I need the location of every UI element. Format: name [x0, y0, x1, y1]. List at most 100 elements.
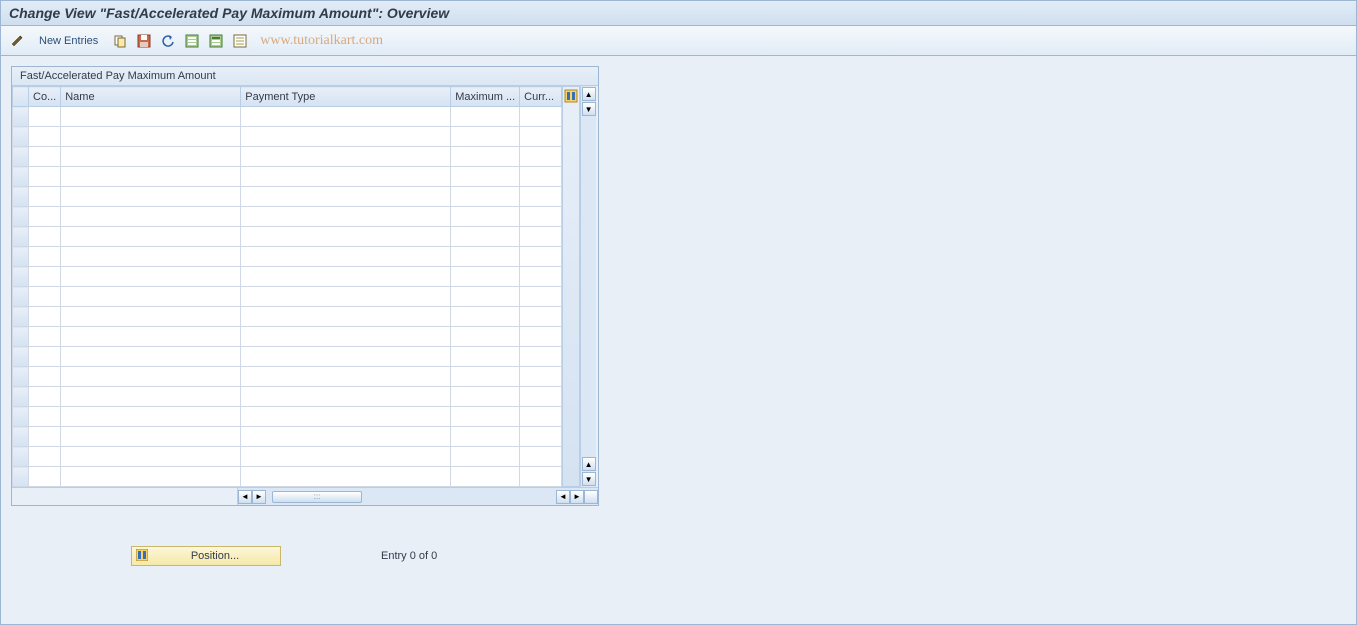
table-row[interactable]: [13, 387, 562, 407]
table-row[interactable]: [13, 147, 562, 167]
row-selector[interactable]: [13, 467, 29, 487]
copy-icon[interactable]: [110, 31, 130, 51]
cell-payment_type[interactable]: [241, 167, 451, 187]
cell-currency[interactable]: [520, 147, 562, 167]
cell-co[interactable]: [29, 327, 61, 347]
table-row[interactable]: [13, 307, 562, 327]
cell-payment_type[interactable]: [241, 327, 451, 347]
scroll-up-icon[interactable]: ▲: [582, 87, 596, 101]
save-icon[interactable]: [134, 31, 154, 51]
cell-currency[interactable]: [520, 267, 562, 287]
cell-name[interactable]: [61, 107, 241, 127]
cell-name[interactable]: [61, 327, 241, 347]
table-row[interactable]: [13, 407, 562, 427]
cell-maximum[interactable]: [451, 347, 520, 367]
cell-maximum[interactable]: [451, 387, 520, 407]
scroll-thumb[interactable]: :::: [272, 491, 362, 503]
cell-payment_type[interactable]: [241, 407, 451, 427]
cell-name[interactable]: [61, 387, 241, 407]
change-display-icon[interactable]: [7, 31, 27, 51]
row-selector[interactable]: [13, 107, 29, 127]
cell-maximum[interactable]: [451, 287, 520, 307]
row-selector-header[interactable]: [13, 87, 29, 107]
cell-currency[interactable]: [520, 467, 562, 487]
table-row[interactable]: [13, 327, 562, 347]
cell-payment_type[interactable]: [241, 207, 451, 227]
cell-currency[interactable]: [520, 207, 562, 227]
row-selector[interactable]: [13, 407, 29, 427]
cell-co[interactable]: [29, 127, 61, 147]
scroll-up-step-icon[interactable]: ▲: [582, 457, 596, 471]
row-selector[interactable]: [13, 167, 29, 187]
cell-maximum[interactable]: [451, 307, 520, 327]
cell-payment_type[interactable]: [241, 247, 451, 267]
cell-payment_type[interactable]: [241, 447, 451, 467]
cell-co[interactable]: [29, 247, 61, 267]
cell-maximum[interactable]: [451, 107, 520, 127]
cell-co[interactable]: [29, 167, 61, 187]
cell-co[interactable]: [29, 467, 61, 487]
new-entries-button[interactable]: New Entries: [31, 32, 106, 50]
cell-co[interactable]: [29, 367, 61, 387]
cell-name[interactable]: [61, 227, 241, 247]
cell-payment_type[interactable]: [241, 367, 451, 387]
row-selector[interactable]: [13, 287, 29, 307]
col-header-currency[interactable]: Curr...: [520, 87, 562, 107]
cell-name[interactable]: [61, 467, 241, 487]
cell-co[interactable]: [29, 307, 61, 327]
cell-currency[interactable]: [520, 327, 562, 347]
cell-currency[interactable]: [520, 387, 562, 407]
cell-payment_type[interactable]: [241, 127, 451, 147]
cell-currency[interactable]: [520, 127, 562, 147]
cell-co[interactable]: [29, 287, 61, 307]
cell-payment_type[interactable]: [241, 267, 451, 287]
cell-maximum[interactable]: [451, 467, 520, 487]
cell-payment_type[interactable]: [241, 107, 451, 127]
cell-currency[interactable]: [520, 407, 562, 427]
table-row[interactable]: [13, 427, 562, 447]
row-selector[interactable]: [13, 227, 29, 247]
cell-co[interactable]: [29, 427, 61, 447]
row-selector[interactable]: [13, 307, 29, 327]
cell-name[interactable]: [61, 187, 241, 207]
cell-currency[interactable]: [520, 307, 562, 327]
position-button[interactable]: Position...: [131, 546, 281, 566]
cell-co[interactable]: [29, 227, 61, 247]
scroll-right-step-icon[interactable]: ►: [252, 490, 266, 504]
cell-name[interactable]: [61, 127, 241, 147]
table-row[interactable]: [13, 467, 562, 487]
cell-maximum[interactable]: [451, 147, 520, 167]
cell-payment_type[interactable]: [241, 147, 451, 167]
cell-name[interactable]: [61, 307, 241, 327]
cell-maximum[interactable]: [451, 447, 520, 467]
cell-currency[interactable]: [520, 367, 562, 387]
cell-co[interactable]: [29, 107, 61, 127]
table-row[interactable]: [13, 247, 562, 267]
cell-name[interactable]: [61, 267, 241, 287]
col-header-payment-type[interactable]: Payment Type: [241, 87, 451, 107]
cell-co[interactable]: [29, 187, 61, 207]
cell-currency[interactable]: [520, 247, 562, 267]
cell-payment_type[interactable]: [241, 467, 451, 487]
row-selector[interactable]: [13, 187, 29, 207]
cell-co[interactable]: [29, 447, 61, 467]
cell-co[interactable]: [29, 207, 61, 227]
cell-name[interactable]: [61, 147, 241, 167]
cell-co[interactable]: [29, 407, 61, 427]
row-selector[interactable]: [13, 387, 29, 407]
row-selector[interactable]: [13, 247, 29, 267]
row-selector[interactable]: [13, 127, 29, 147]
col-header-co[interactable]: Co...: [29, 87, 61, 107]
row-selector[interactable]: [13, 147, 29, 167]
cell-co[interactable]: [29, 387, 61, 407]
cell-payment_type[interactable]: [241, 187, 451, 207]
vertical-scrollbar[interactable]: ▲ ▼ ▲ ▼: [580, 86, 596, 487]
cell-maximum[interactable]: [451, 247, 520, 267]
table-row[interactable]: [13, 187, 562, 207]
cell-maximum[interactable]: [451, 407, 520, 427]
cell-name[interactable]: [61, 207, 241, 227]
col-header-maximum[interactable]: Maximum ...: [451, 87, 520, 107]
cell-currency[interactable]: [520, 287, 562, 307]
cell-payment_type[interactable]: [241, 307, 451, 327]
cell-name[interactable]: [61, 287, 241, 307]
